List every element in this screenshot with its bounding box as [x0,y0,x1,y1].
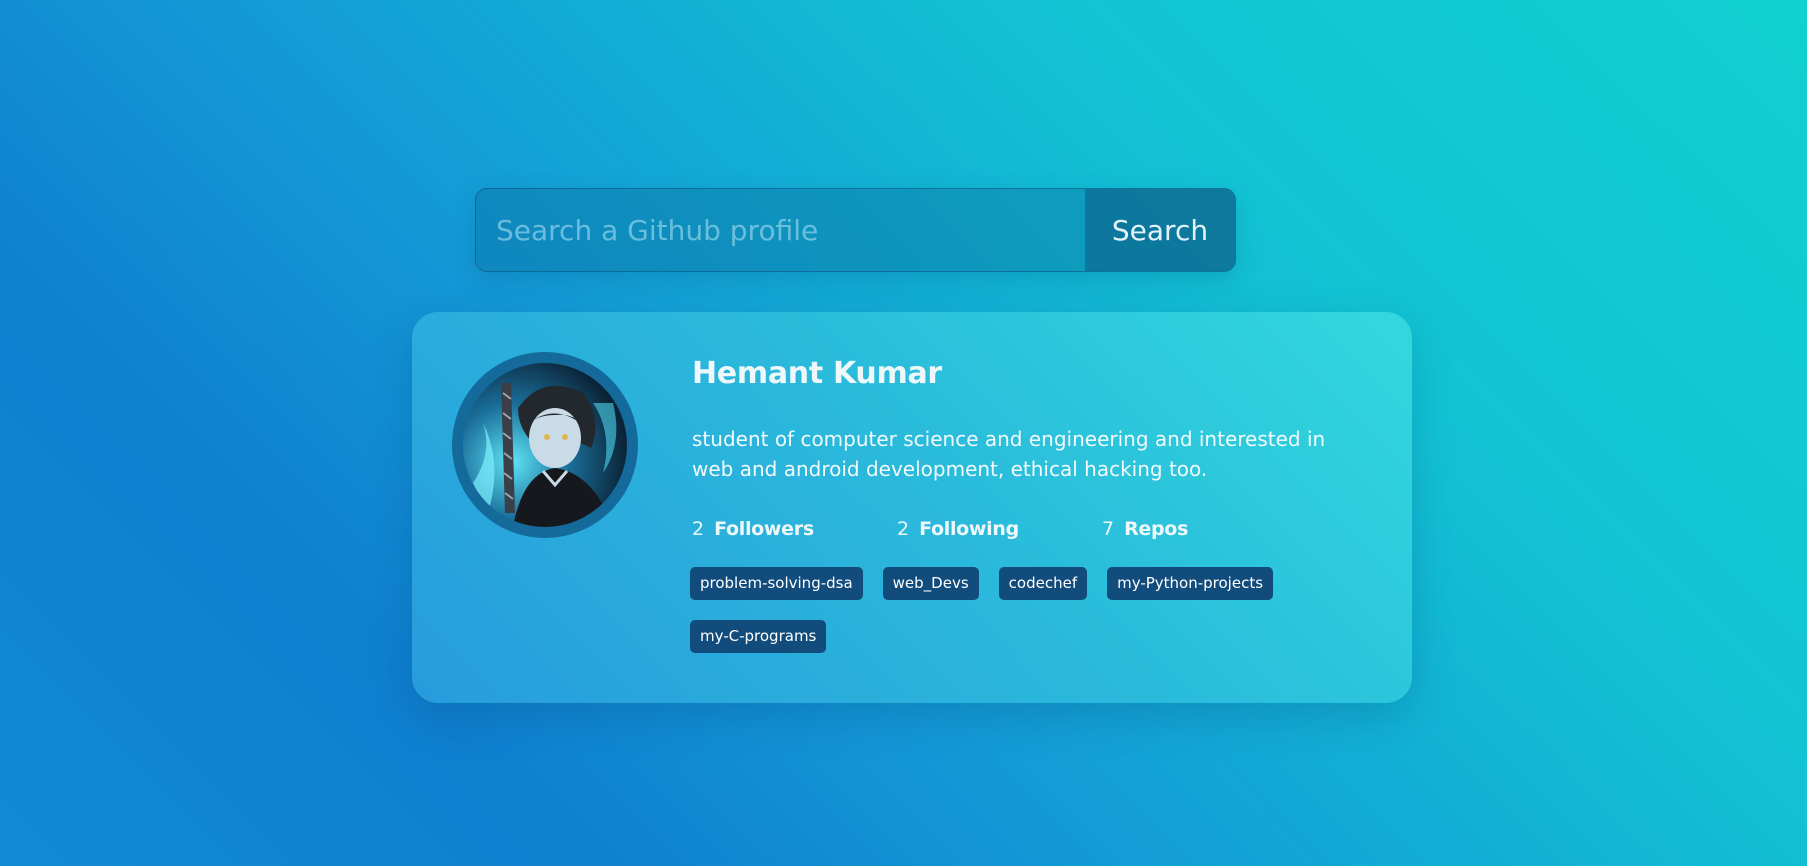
repo-link-web-devs[interactable]: web_Devs [882,567,979,600]
stat-followers: 2 Followers [692,518,897,540]
profile-stats: 2 Followers 2 Following 7 Repos [692,518,1307,540]
stat-repos: 7 Repos [1102,518,1307,540]
followers-label: Followers [714,518,814,540]
search-button[interactable]: Search [1085,189,1235,271]
search-input[interactable] [476,189,1085,271]
search-form: Search [475,188,1236,272]
repo-link-my-c-programs[interactable]: my-C-programs [690,620,827,653]
stat-following: 2 Following [897,518,1102,540]
repos-count: 7 [1102,518,1115,540]
repo-list: problem-solving-dsa web_Devs codechef my… [690,567,1330,653]
repos-label: Repos [1124,518,1189,540]
followers-count: 2 [692,518,705,540]
following-label: Following [919,518,1019,540]
avatar-image [463,363,627,527]
profile-bio: student of computer science and engineer… [692,427,1326,481]
profile-name: Hemant Kumar [692,356,942,391]
profile-card: Hemant Kumar student of computer science… [412,312,1412,703]
repo-link-codechef[interactable]: codechef [998,567,1088,600]
repo-link-problem-solving-dsa[interactable]: problem-solving-dsa [690,567,863,600]
repo-link-my-python-projects[interactable]: my-Python-projects [1107,567,1274,600]
avatar [452,352,638,538]
following-count: 2 [897,518,910,540]
